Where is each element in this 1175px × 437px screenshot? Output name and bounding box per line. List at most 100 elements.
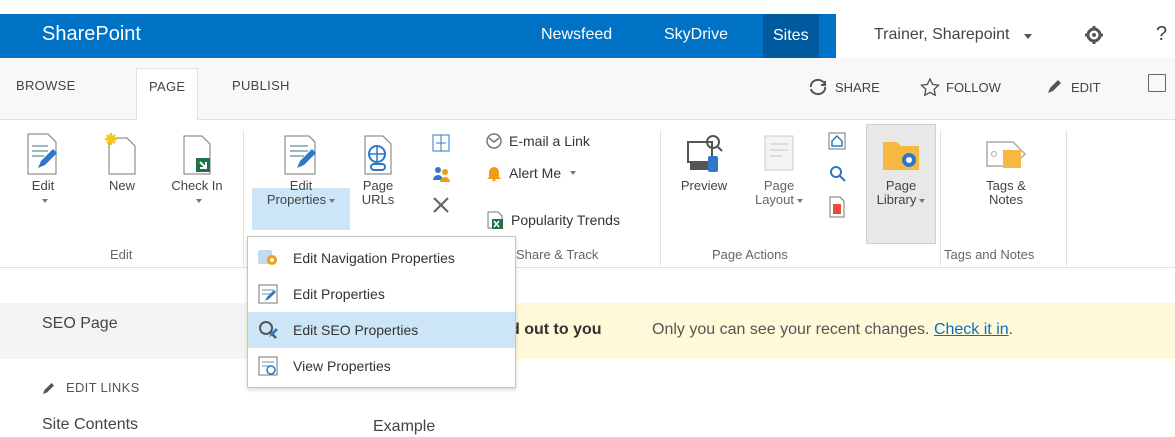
ribbon-body: Edit New Check In Edit Edit Properties P…	[0, 120, 1175, 268]
chevron-down-icon	[797, 198, 804, 203]
page-layout-button[interactable]: Page Layout	[748, 132, 810, 207]
tab-browse[interactable]: BROWSE	[16, 78, 76, 93]
pencil-icon	[1048, 80, 1061, 93]
edit-properties-label-2: Properties	[266, 192, 327, 207]
check-in-icon	[183, 135, 211, 175]
preview-button[interactable]: Preview	[674, 132, 734, 193]
menu-item-label: View Properties	[293, 358, 391, 374]
view-properties-icon	[256, 354, 280, 378]
edit-links-label: EDIT LINKS	[66, 380, 140, 395]
chevron-down-icon	[195, 198, 202, 203]
skydrive-link[interactable]: SkyDrive	[664, 26, 728, 44]
page-history-button[interactable]	[826, 196, 848, 221]
sites-link[interactable]: Sites	[763, 14, 819, 58]
menu-item-edit-seo-properties[interactable]: Edit SEO Properties	[248, 312, 515, 348]
share-button[interactable]: SHARE	[807, 78, 880, 96]
split-page-button[interactable]	[430, 134, 452, 155]
edit-button-label: Edit	[31, 178, 55, 193]
incoming-links-button[interactable]	[826, 164, 848, 185]
new-page-button[interactable]: New	[100, 132, 144, 193]
check-in-button[interactable]: Check In	[160, 132, 234, 207]
edit-properties-label-1: Edit	[289, 178, 313, 193]
edit-properties-icon	[256, 282, 280, 306]
sharepoint-brand[interactable]: SharePoint	[42, 23, 141, 46]
chevron-down-icon	[570, 171, 577, 175]
page-urls-icon	[364, 135, 392, 175]
preview-label: Preview	[680, 178, 728, 193]
menu-item-view-properties[interactable]: View Properties	[248, 348, 515, 384]
navigation-settings-icon	[256, 246, 280, 270]
tags-notes-label-2: Notes	[989, 192, 1023, 207]
page-library-icon	[883, 142, 919, 170]
site-contents-link[interactable]: Site Contents	[42, 416, 138, 434]
follow-label: FOLLOW	[946, 79, 1001, 95]
page-layout-icon	[764, 135, 794, 171]
people-icon	[433, 167, 450, 182]
help-icon[interactable]: ?	[1156, 23, 1167, 46]
follow-button[interactable]: FOLLOW	[920, 78, 1001, 96]
notice-bold-text: d out to you	[510, 321, 602, 338]
popularity-trends-label: Popularity Trends	[511, 212, 620, 228]
chevron-down-icon	[329, 198, 336, 203]
group-separator	[660, 130, 661, 266]
notice-period: .	[1008, 321, 1014, 338]
edit-group-label: Edit	[110, 247, 133, 262]
new-page-icon	[105, 133, 136, 175]
chevron-down-icon	[41, 198, 48, 203]
tab-publish[interactable]: PUBLISH	[232, 78, 290, 93]
permissions-button[interactable]	[430, 164, 452, 187]
newsfeed-link[interactable]: Newsfeed	[541, 26, 612, 44]
check-it-in-link[interactable]: Check it in	[934, 321, 1009, 338]
edit-label: EDIT	[1071, 79, 1101, 95]
link-search-icon	[830, 166, 846, 182]
menu-item-label: Edit SEO Properties	[293, 322, 419, 338]
preview-icon	[687, 135, 723, 172]
share-label: SHARE	[835, 79, 880, 95]
menu-item-edit-properties[interactable]: Edit Properties	[248, 276, 515, 312]
tags-notes-group-label: Tags and Notes	[944, 247, 1035, 262]
page-title: SEO Page	[42, 315, 118, 332]
check-in-label: Check In	[171, 178, 223, 193]
edit-links-button[interactable]: EDIT LINKS	[42, 380, 140, 395]
delete-icon	[433, 197, 449, 213]
menu-item-label: Edit Navigation Properties	[293, 250, 455, 266]
page-title-area	[0, 303, 245, 359]
tag-icon	[986, 141, 1027, 168]
share-track-group-label: Share & Track	[516, 247, 599, 262]
page-library-button[interactable]: Page Library	[866, 132, 936, 207]
user-menu[interactable]: Trainer, Sharepoint	[874, 26, 1009, 44]
page-urls-label-2: URLs	[361, 192, 395, 207]
email-icon	[486, 133, 502, 149]
suite-bar: SharePoint Newsfeed SkyDrive Sites Train…	[0, 14, 1175, 58]
popularity-trends-button[interactable]: Popularity Trends	[485, 210, 620, 230]
focus-on-content-icon[interactable]	[1148, 74, 1166, 92]
delete-page-button[interactable]	[430, 196, 452, 217]
page-urls-label-1: Page	[362, 178, 394, 193]
page-library-label-2: Library	[876, 192, 917, 207]
page-content-text: Example	[373, 418, 436, 435]
edit-properties-menu: Edit Navigation Properties Edit Properti…	[247, 236, 516, 388]
page-actions-group-label: Page Actions	[712, 247, 788, 262]
gear-icon[interactable]	[1084, 25, 1104, 50]
edit-page-button[interactable]: EDIT	[1045, 78, 1101, 96]
alert-me-button[interactable]: Alert Me	[485, 164, 577, 182]
tab-page[interactable]: PAGE	[136, 68, 199, 121]
page-urls-button[interactable]: Page URLs	[356, 134, 400, 207]
notice-text: Only you can see your recent changes. Ch…	[652, 321, 1013, 339]
excel-icon	[487, 211, 503, 229]
tags-notes-label-1: Tags &	[986, 178, 1026, 193]
tags-notes-button[interactable]: Tags & Notes	[966, 132, 1046, 207]
menu-item-edit-navigation-properties[interactable]: Edit Navigation Properties	[248, 240, 515, 276]
page-history-icon	[829, 196, 845, 218]
split-icon	[432, 134, 450, 152]
edit-properties-icon	[284, 135, 316, 175]
seo-search-icon	[256, 318, 280, 342]
email-link-button[interactable]: E-mail a Link	[485, 132, 590, 150]
make-homepage-button[interactable]	[826, 132, 848, 153]
edit-button[interactable]: Edit	[18, 132, 68, 207]
page-layout-label-1: Page	[763, 178, 795, 193]
page-layout-label-2: Layout	[754, 192, 795, 207]
chevron-down-icon	[919, 198, 926, 203]
edit-properties-button[interactable]: Edit Properties	[252, 134, 350, 207]
home-icon	[828, 132, 846, 150]
